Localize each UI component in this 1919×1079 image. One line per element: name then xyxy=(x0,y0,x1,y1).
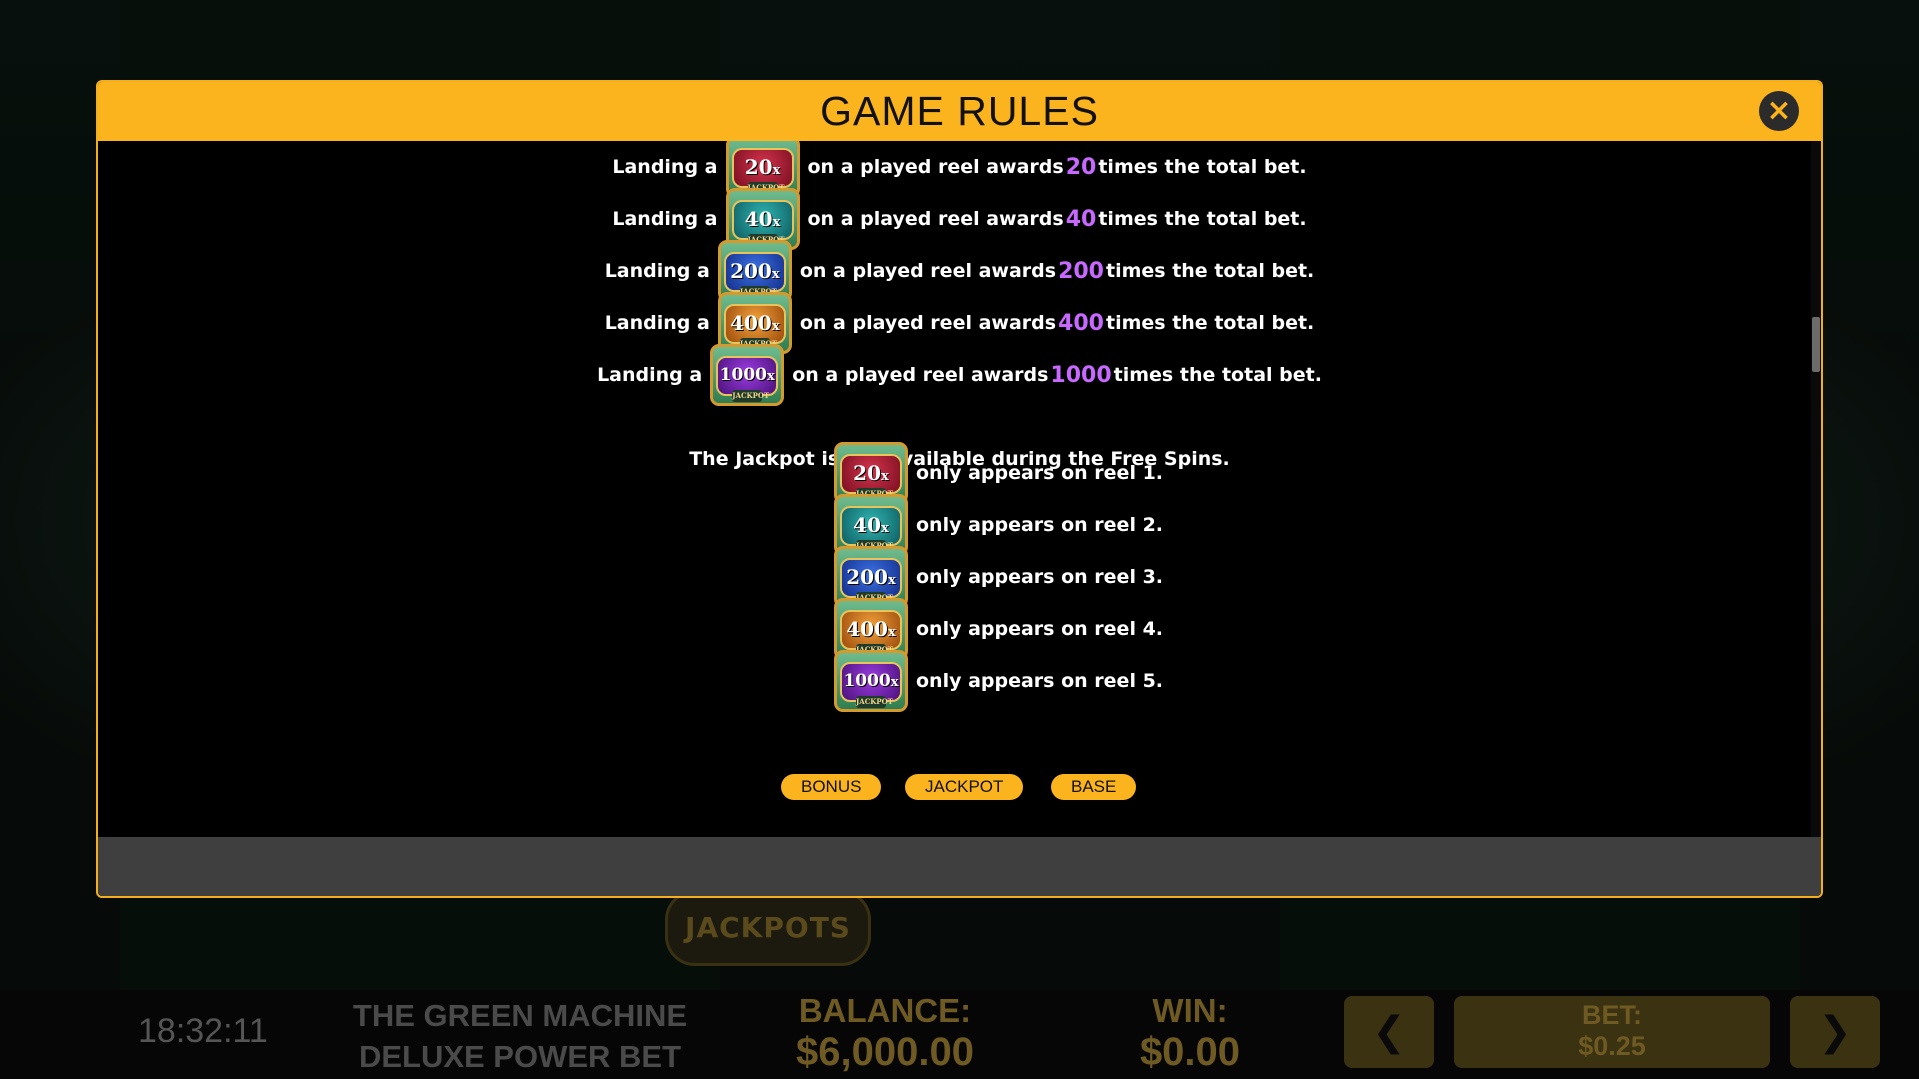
jackpot-symbol-number: 1000 xyxy=(843,671,891,691)
chevron-right-icon: ❯ xyxy=(1818,1009,1852,1055)
award-rule-mid: on a played reel awards xyxy=(807,208,1064,230)
jackpot-symbol-number: 20 xyxy=(853,461,882,485)
jackpot-symbol-value: 400x xyxy=(842,617,900,641)
background-jackpots-sign: JACKPOTS xyxy=(665,890,871,966)
reel-rule-row: 40xJACKPOTonly appears on reel 2. xyxy=(98,494,1821,556)
award-rule-suffix: times the total bet. xyxy=(1106,260,1315,282)
jackpot-symbol-value: 200x xyxy=(726,259,784,283)
bet-value: $0.25 xyxy=(1578,1031,1646,1061)
jackpot-symbol-value: 200x xyxy=(842,565,900,589)
jackpot-symbol-suffix: x xyxy=(881,521,889,536)
modal-header: GAME RULES × xyxy=(98,82,1821,141)
jackpot-symbol-number: 40 xyxy=(744,207,773,231)
jackpot-symbol-value: 1000x xyxy=(842,671,900,691)
jackpot-symbol-value: 20x xyxy=(842,461,900,485)
balance-value: $6,000.00 xyxy=(796,1030,974,1074)
close-icon: × xyxy=(1766,93,1792,128)
scrollbar-thumb[interactable] xyxy=(1812,317,1820,372)
jackpot-symbol-number: 400 xyxy=(730,311,772,335)
jackpot-symbol-value: 20x xyxy=(734,155,792,179)
bet-increase-button[interactable]: ❯ xyxy=(1790,996,1880,1068)
reel-rule-text: only appears on reel 5. xyxy=(915,670,1164,692)
jackpot-symbol-icon: 1000x JACKPOT xyxy=(710,344,785,406)
award-rule-row: Landing a400xJACKPOTon a played reel awa… xyxy=(98,292,1821,354)
award-multiplier: 400 xyxy=(1058,310,1104,336)
award-rule-mid: on a played reel awards xyxy=(799,260,1057,282)
award-multiplier: 200 xyxy=(1058,258,1104,284)
reel-rule-text: only appears on reel 1. xyxy=(915,462,1164,484)
award-rule-prefix: Landing a xyxy=(612,156,718,178)
game-name-line2: DELUXE POWER BET xyxy=(358,1039,682,1074)
jackpot-symbol-suffix: x xyxy=(771,267,780,282)
reel-rule-row: 20xJACKPOTonly appears on reel 1. xyxy=(98,442,1821,504)
game-name-line1: THE GREEN MACHINE xyxy=(352,998,688,1033)
award-rule-suffix: times the total bet. xyxy=(1098,156,1307,178)
award-multiplier: 20 xyxy=(1065,154,1097,180)
scrollbar-track[interactable] xyxy=(1811,141,1821,837)
bet-label: BET: xyxy=(1582,1000,1642,1030)
jackpot-symbol-icon: 1000x JACKPOT xyxy=(833,650,908,712)
tab-base[interactable]: BASE xyxy=(1051,774,1137,800)
close-button[interactable]: × xyxy=(1759,91,1799,131)
award-rule-mid: on a played reel awards xyxy=(807,156,1064,178)
modal-footer xyxy=(98,837,1821,896)
award-rule-suffix: times the total bet. xyxy=(1113,364,1322,386)
rules-content[interactable]: Landing a20xJACKPOTon a played reel awar… xyxy=(98,141,1821,837)
tab-jackpot[interactable]: JACKPOT xyxy=(905,774,1024,800)
jackpot-symbol-suffix: x xyxy=(772,215,781,230)
jackpot-symbol-tag: JACKPOT xyxy=(732,390,770,402)
award-rule-suffix: times the total bet. xyxy=(1106,312,1315,334)
jackpot-symbol-suffix: x xyxy=(772,163,781,178)
reel-rule-text: only appears on reel 3. xyxy=(915,566,1164,588)
award-rule-suffix: times the total bet. xyxy=(1098,208,1307,230)
bet-decrease-button[interactable]: ❮ xyxy=(1344,996,1434,1068)
jackpot-symbol-value: 40x xyxy=(734,207,792,231)
win-value: $0.00 xyxy=(1139,1030,1241,1074)
award-rule-prefix: Landing a xyxy=(597,364,703,386)
jackpot-symbol-suffix: x xyxy=(771,319,780,334)
clock: 18:32:11 xyxy=(138,1012,268,1050)
win-label: WIN: xyxy=(1152,992,1228,1029)
game-name: THE GREEN MACHINE DELUXE POWER BET xyxy=(330,990,710,1077)
jackpot-symbol-number: 40 xyxy=(853,513,882,537)
award-rule-row: Landing a 1000x JACKPOT on a played reel aw… xyxy=(98,344,1821,406)
reel-rule-text: only appears on reel 4. xyxy=(915,618,1164,640)
jackpot-symbol-suffix: x xyxy=(766,369,775,384)
jackpot-symbol-suffix: x xyxy=(887,625,896,640)
jackpot-symbol-number: 200 xyxy=(846,565,888,589)
award-rule-mid: on a played reel awards xyxy=(799,312,1057,334)
tab-bonus[interactable]: BONUS xyxy=(781,774,882,800)
award-multiplier: 40 xyxy=(1065,206,1097,232)
reel-rule-row: 1000x JACKPOT only appears on reel 5. xyxy=(98,650,1821,712)
reel-rule-row: 400xJACKPOTonly appears on reel 4. xyxy=(98,598,1821,660)
jackpot-symbol-tag: JACKPOT xyxy=(855,696,893,708)
jackpot-symbol-value: 40x xyxy=(842,513,900,537)
bet-display[interactable]: BET: $0.25 xyxy=(1454,996,1770,1068)
jackpot-symbol-number: 20 xyxy=(744,155,773,179)
award-multiplier: 1000 xyxy=(1050,362,1112,388)
reel-rule-row: 200xJACKPOTonly appears on reel 3. xyxy=(98,546,1821,608)
award-rule-prefix: Landing a xyxy=(604,260,710,282)
balance-label: BALANCE: xyxy=(798,992,972,1029)
award-rule-row: Landing a20xJACKPOTon a played reel awar… xyxy=(98,141,1821,198)
jackpot-symbol-suffix: x xyxy=(890,675,899,690)
award-rule-prefix: Landing a xyxy=(604,312,710,334)
award-rule-row: Landing a40xJACKPOTon a played reel awar… xyxy=(98,188,1821,250)
award-rule-mid: on a played reel awards xyxy=(792,364,1049,386)
jackpot-symbol-value: 400x xyxy=(726,311,784,335)
modal-title: GAME RULES xyxy=(820,88,1099,134)
reel-rule-text: only appears on reel 2. xyxy=(915,514,1164,536)
jackpot-symbol-suffix: x xyxy=(881,469,889,484)
award-rule-row: Landing a200xJACKPOTon a played reel awa… xyxy=(98,240,1821,302)
award-rule-prefix: Landing a xyxy=(612,208,718,230)
jackpot-symbol-value: 1000x xyxy=(718,365,776,385)
jackpot-symbol-suffix: x xyxy=(887,573,896,588)
chevron-left-icon: ❮ xyxy=(1372,1009,1406,1055)
jackpot-symbol-number: 200 xyxy=(730,259,772,283)
jackpot-symbol-number: 1000 xyxy=(719,365,767,385)
jackpot-symbol-number: 400 xyxy=(846,617,888,641)
